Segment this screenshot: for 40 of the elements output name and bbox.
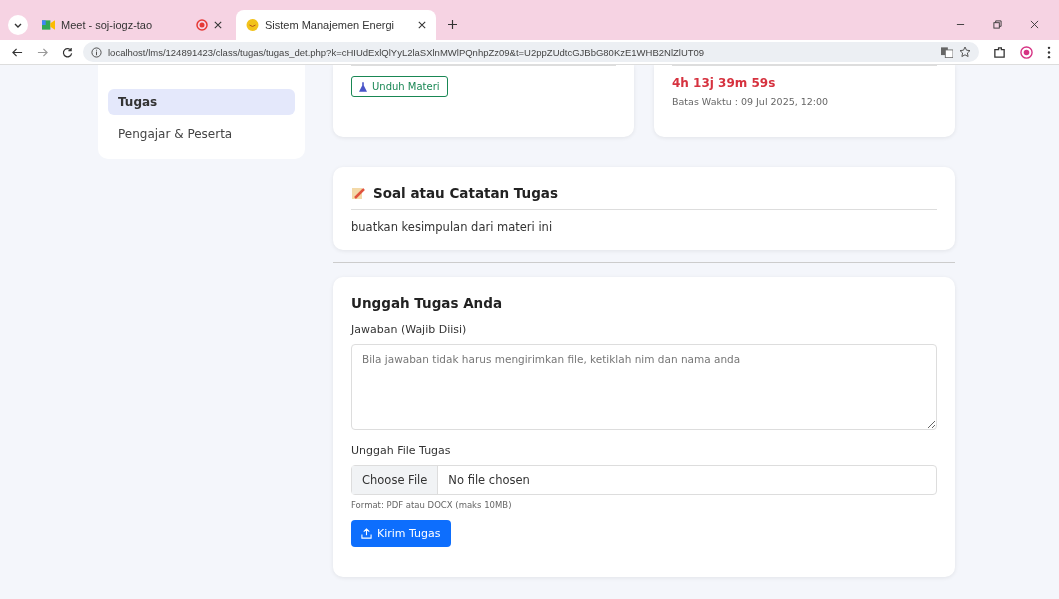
flask-icon [359, 81, 367, 92]
upload-icon [361, 528, 372, 539]
extensions-icon[interactable] [993, 45, 1006, 59]
file-format-hint: Format: PDF atau DOCX (maks 10MB) [351, 500, 512, 510]
smiley-icon [246, 19, 259, 31]
memo-icon [351, 186, 365, 200]
sidebar-item[interactable]: Tugas [108, 89, 295, 115]
browser-tab[interactable]: Meet - soj-iogz-tao [32, 10, 232, 40]
close-tab-button[interactable] [418, 21, 426, 29]
task-text: buatkan kesimpulan dari materi ini [351, 220, 554, 234]
back-button[interactable] [12, 46, 23, 58]
task-title: Soal atau Catatan Tugas [373, 185, 559, 201]
countdown-text: 4h 13j 39m 59s [672, 76, 777, 90]
file-status-text: No file chosen [447, 473, 530, 487]
menu-icon[interactable] [1047, 45, 1051, 59]
close-tab-button[interactable] [214, 21, 222, 29]
bookmark-star-icon[interactable] [959, 46, 971, 58]
file-field[interactable]: Choose File No file chosen [351, 465, 937, 495]
browser-tab[interactable]: Sistem Manajemen Energi [236, 10, 436, 40]
download-material-button[interactable]: Unduh Materi [351, 76, 448, 97]
restore-button[interactable] [993, 20, 1002, 29]
profile-icon[interactable] [1020, 45, 1033, 59]
reload-icon[interactable] [62, 46, 73, 58]
forward-button[interactable] [37, 46, 48, 58]
new-tab-button[interactable] [448, 20, 457, 29]
address-bar[interactable]: localhost/lms/124891423/class/tugas/tugas_det.php?k=cHIUdExlQlYyL2laSXlnMWlPQnhpZz09&t=U2ppZUdtcGJBbG80KzE1WHB2NlZlUT09 [83, 42, 979, 62]
submit-button[interactable]: Kirim Tugas [351, 520, 451, 547]
tab-search-button[interactable] [8, 15, 28, 35]
translate-icon[interactable] [941, 46, 953, 58]
recording-icon [196, 19, 208, 31]
video-camera-icon [42, 19, 55, 31]
answer-label: Jawaban (Wajib Diisi) [351, 323, 467, 336]
file-label: Unggah File Tugas [351, 444, 451, 457]
info-icon [91, 46, 102, 58]
sidebar-item[interactable]: Pengajar & Peserta [108, 121, 295, 147]
close-button[interactable] [1030, 20, 1039, 29]
upload-title: Unggah Tugas Anda [351, 295, 502, 311]
answer-field[interactable]: Bila jawaban tidak harus mengirimkan file, ketiklah nim dan nama anda [351, 344, 937, 430]
choose-file-button[interactable]: Choose File [352, 466, 439, 494]
deadline-text: Batas Waktu : 09 Jul 2025, 12:00 [672, 96, 830, 107]
